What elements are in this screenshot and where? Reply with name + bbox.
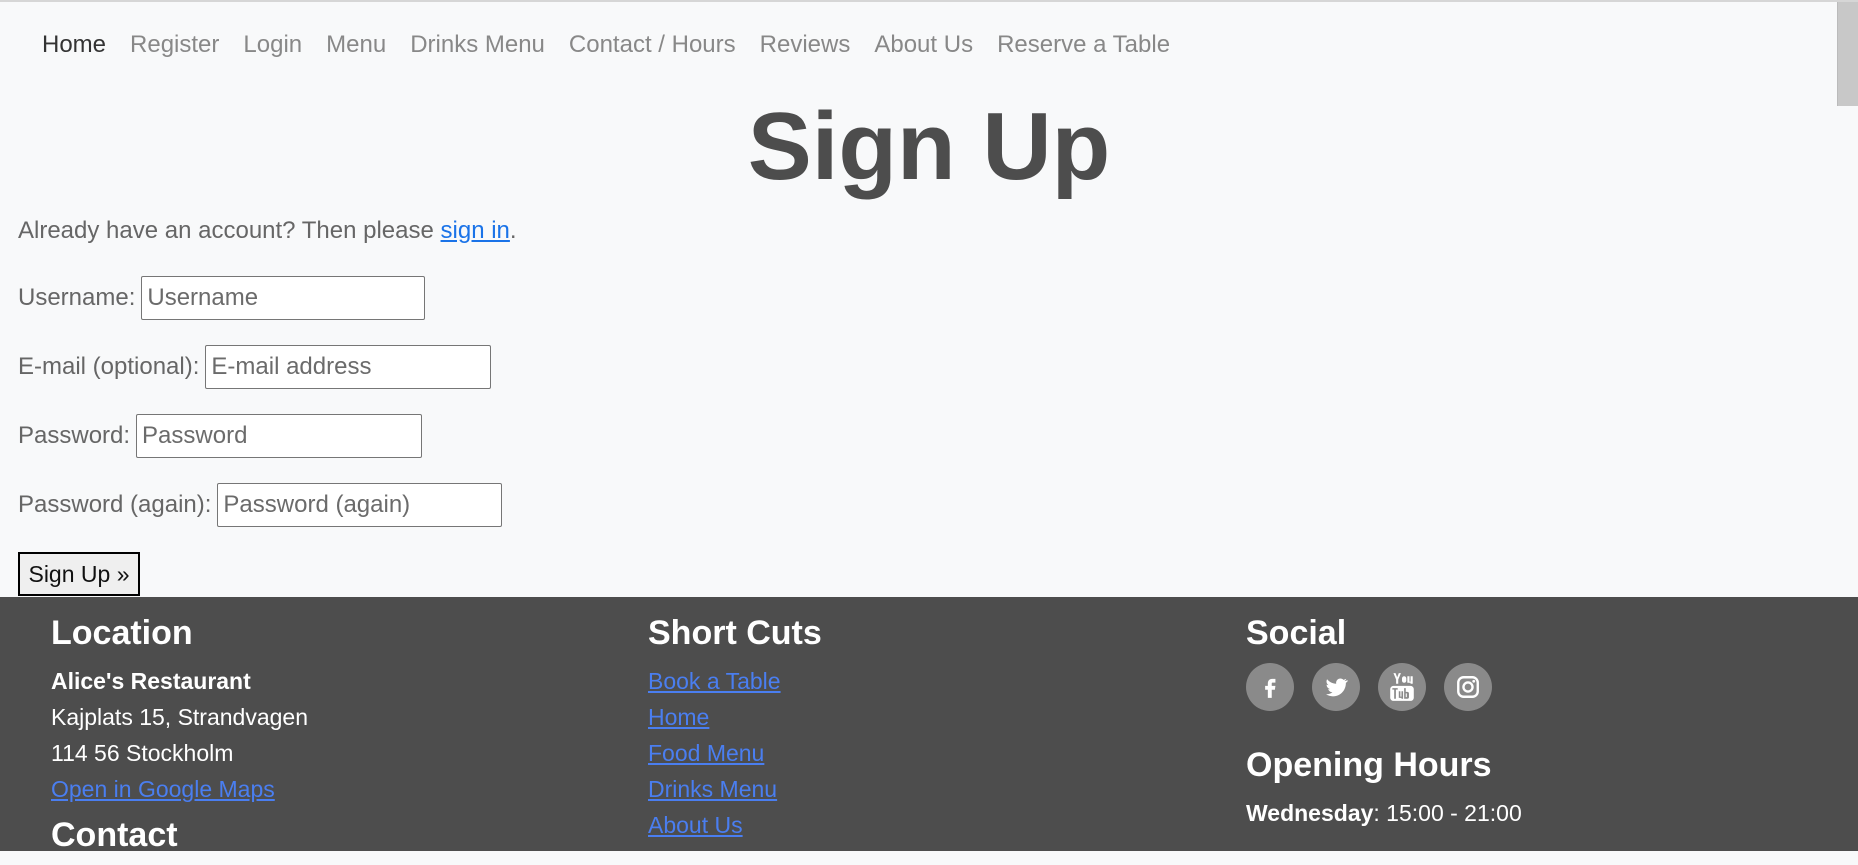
password-again-label: Password (again): [18, 491, 212, 518]
social-title: Social [1246, 614, 1347, 652]
already-account-text: Already have an account? Then please sig… [18, 216, 517, 246]
email-input[interactable] [205, 345, 492, 389]
shortcut-book-table[interactable]: Book a Table [648, 663, 822, 699]
shortcut-about-us[interactable]: About Us [648, 807, 822, 843]
page-title: Sign Up [747, 93, 1111, 200]
nav-about-us[interactable]: About Us [862, 30, 985, 60]
email-label: E-mail (optional): [18, 353, 200, 380]
nav-contact-hours[interactable]: Contact / Hours [557, 30, 748, 60]
email-row: E-mail (optional): [18, 345, 492, 389]
address-line-2: 114 56 Stockholm [51, 740, 234, 766]
footer: Location Alice's Restaurant Kajplats 15,… [0, 597, 1858, 854]
nav-register[interactable]: Register [118, 30, 231, 60]
contact-title: Contact [51, 816, 178, 854]
shortcuts-title: Short Cuts [648, 614, 822, 652]
nav-reserve-table[interactable]: Reserve a Table [985, 30, 1182, 60]
username-label: Username: [18, 284, 136, 311]
shortcut-drinks-menu[interactable]: Drinks Menu [648, 771, 822, 807]
signin-link[interactable]: sign in [441, 217, 510, 244]
location-title: Location [51, 614, 193, 652]
twitter-icon[interactable] [1312, 663, 1360, 711]
nav-drinks-menu[interactable]: Drinks Menu [398, 30, 557, 60]
hours-day: Wednesday [1246, 800, 1374, 826]
restaurant-name: Alice's Restaurant [51, 668, 251, 694]
footer-shortcuts: Short Cuts Book a Table Home Food Menu D… [648, 613, 822, 843]
already-end: . [509, 217, 517, 244]
hours-time: : 15:00 - 21:00 [1373, 800, 1522, 826]
youtube-icon[interactable] [1378, 663, 1426, 711]
password-label: Password: [18, 422, 131, 449]
password-again-input[interactable] [217, 483, 503, 527]
username-input[interactable] [141, 276, 426, 320]
username-row: Username: [18, 276, 426, 320]
nav-home[interactable]: Home [30, 30, 118, 60]
facebook-icon[interactable] [1246, 663, 1294, 711]
password-input[interactable] [136, 414, 423, 458]
main-nav: Home Register Login Menu Drinks Menu Con… [30, 30, 1182, 60]
nav-menu[interactable]: Menu [314, 30, 398, 60]
shortcut-home[interactable]: Home [648, 699, 822, 735]
address-line-1: Kajplats 15, Strandvagen [51, 704, 309, 730]
already-text: Already have an account? Then please [18, 217, 441, 244]
social-icons [1246, 663, 1522, 711]
footer-location: Location Alice's Restaurant Kajplats 15,… [51, 613, 308, 865]
footer-social: Social Opening Hours Wednesday: 15:00 - … [1246, 613, 1522, 831]
google-maps-link[interactable]: Open in Google Maps [51, 771, 308, 807]
password-row: Password: [18, 414, 423, 458]
nav-reviews[interactable]: Reviews [748, 30, 863, 60]
scrollbar-thumb[interactable] [1837, 2, 1858, 106]
signup-button[interactable]: Sign Up » [18, 552, 140, 596]
instagram-icon[interactable] [1444, 663, 1492, 711]
password-again-row: Password (again): [18, 483, 503, 527]
nav-login[interactable]: Login [231, 30, 314, 60]
opening-hours-line: Wednesday: 15:00 - 21:00 [1246, 795, 1522, 831]
opening-hours-title: Opening Hours [1246, 746, 1492, 784]
shortcut-food-menu[interactable]: Food Menu [648, 735, 822, 771]
